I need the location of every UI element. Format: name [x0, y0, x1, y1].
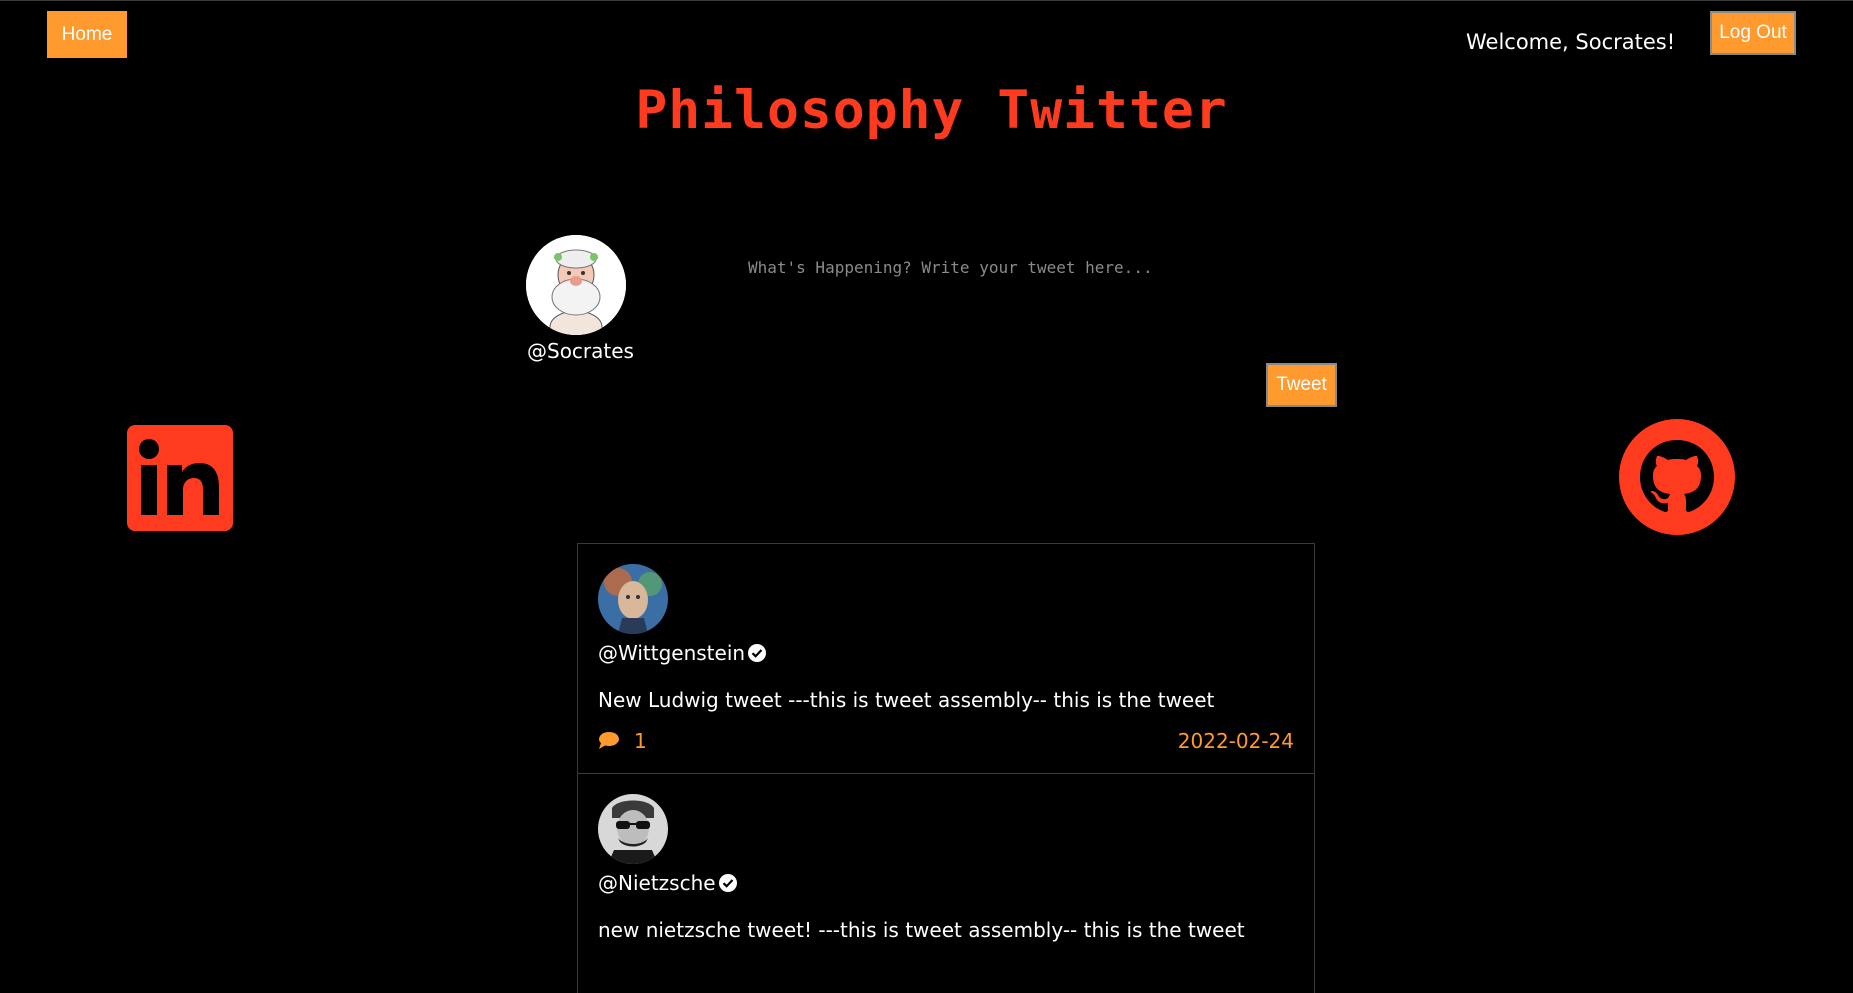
compose-user-handle: @Socrates	[527, 339, 634, 363]
tweet-input[interactable]	[748, 258, 1168, 328]
verified-icon	[748, 644, 767, 662]
tweet-handle[interactable]: @Wittgenstein	[598, 641, 767, 665]
github-icon[interactable]	[1618, 418, 1736, 536]
wittgenstein-avatar[interactable]	[598, 564, 668, 634]
tweet-card: @Wittgenstein New Ludwig tweet ---this i…	[577, 543, 1315, 773]
tweet-handle-text: @Nietzsche	[598, 871, 716, 895]
tweet-text: New Ludwig tweet ---this is tweet assemb…	[598, 688, 1215, 712]
comment-icon[interactable]	[598, 731, 620, 750]
socrates-avatar-image	[526, 235, 626, 335]
tweet-feed: @Wittgenstein New Ludwig tweet ---this i…	[577, 543, 1315, 993]
tweet-handle[interactable]: @Nietzsche	[598, 871, 738, 895]
tweet-card: @Nietzsche new nietzsche tweet! ---this …	[577, 773, 1315, 993]
compose-avatar	[526, 235, 626, 335]
tweet-text: new nietzsche tweet! ---this is tweet as…	[598, 918, 1245, 942]
top-divider	[0, 0, 1853, 1]
comment-count: 1	[634, 729, 647, 753]
tweet-handle-text: @Wittgenstein	[598, 641, 746, 665]
home-button[interactable]: Home	[47, 11, 127, 58]
verified-icon	[718, 874, 737, 892]
welcome-message: Welcome, Socrates!	[1466, 30, 1676, 54]
nietzsche-avatar[interactable]	[598, 794, 668, 864]
tweet-date: 2022-02-24	[1177, 729, 1294, 753]
page-title: Philosophy Twitter	[635, 80, 1228, 141]
linkedin-icon[interactable]	[127, 425, 233, 531]
logout-button[interactable]: Log Out	[1710, 11, 1796, 55]
tweet-button[interactable]: Tweet	[1266, 363, 1337, 407]
tweet-footer: 1 2022-02-24	[598, 729, 1294, 755]
